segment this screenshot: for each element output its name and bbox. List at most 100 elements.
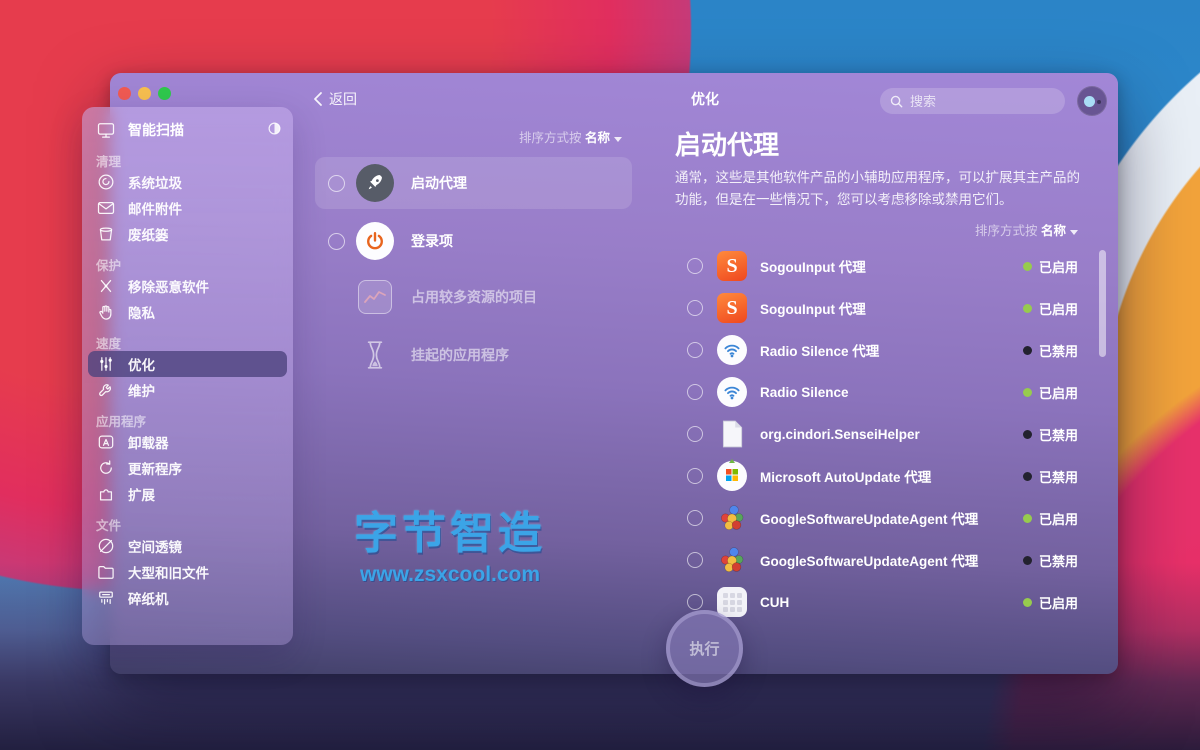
radio-button[interactable]	[687, 468, 703, 484]
agent-row[interactable]: CUH 已启用	[675, 581, 1078, 623]
radio-button[interactable]	[687, 510, 703, 526]
category-label: 占用较多资源的项目	[411, 289, 537, 305]
sidebar-item-wrench[interactable]: 维护	[82, 377, 293, 403]
status-label: 已启用	[1038, 511, 1078, 527]
close-window-button[interactable]	[118, 87, 131, 100]
agent-row[interactable]: S SogouInput 代理 已启用	[675, 287, 1078, 329]
sort-prefix: 排序方式按	[974, 224, 1038, 238]
sidebar-item-junk[interactable]: 系统垃圾	[82, 169, 293, 195]
radio-button[interactable]	[687, 300, 703, 316]
minimize-window-button[interactable]	[138, 87, 151, 100]
sidebar-item-label: 移除恶意软件	[128, 280, 209, 295]
sidebar-item-label: 更新程序	[128, 462, 182, 477]
agent-name: Radio Silence 代理	[760, 344, 880, 359]
status-dot-icon	[1022, 345, 1032, 355]
document-icon	[722, 420, 743, 448]
sidebar-group-header: 应用程序	[96, 414, 147, 429]
rocket-icon	[356, 164, 394, 202]
sidebar-item-label: 维护	[128, 384, 155, 399]
radio-button[interactable]	[687, 384, 703, 400]
sidebar-item-trashcan[interactable]: 废纸篓	[82, 221, 293, 247]
status-dot-icon	[1022, 555, 1032, 565]
sidebar-item-updater[interactable]: 更新程序	[82, 455, 293, 481]
wrench-icon	[96, 380, 116, 400]
google-update-icon	[721, 505, 744, 530]
sogou-icon: S	[717, 293, 747, 323]
run-button[interactable]: 执行	[666, 610, 743, 687]
sidebar-item-uninstaller[interactable]: 卸载器	[82, 429, 293, 455]
search-input[interactable]	[910, 93, 1050, 109]
agent-row[interactable]: Radio Silence 已启用	[675, 371, 1078, 413]
agent-name: org.cindori.SenseiHelper	[760, 426, 920, 442]
back-button[interactable]: 返回	[313, 89, 357, 109]
sidebar-item-malware[interactable]: 移除恶意软件	[82, 273, 293, 299]
status-dot-icon	[1022, 261, 1032, 271]
hourglass-icon	[356, 336, 394, 374]
sidebar-item-label: 优化	[128, 358, 155, 373]
chevron-left-icon	[314, 92, 322, 106]
agent-name: CUH	[760, 594, 790, 610]
puzzle-icon	[96, 484, 116, 504]
assistant-menu-button[interactable]	[1077, 86, 1107, 116]
status-badge: 已禁用	[1022, 467, 1078, 486]
status-dot-icon	[1022, 429, 1032, 439]
status-label: 已启用	[1038, 301, 1078, 317]
sidebar-item-folder[interactable]: 大型和旧文件	[82, 559, 293, 585]
radio-button[interactable]	[687, 426, 703, 442]
category-label: 登录项	[411, 233, 453, 249]
agent-row[interactable]: Microsoft AutoUpdate 代理 已禁用	[675, 455, 1078, 497]
middle-sort-control[interactable]: 排序方式按 名称	[315, 127, 622, 146]
detail-sort-control[interactable]: 排序方式按 名称	[675, 220, 1078, 239]
sidebar-item-lens[interactable]: 空间透镜	[82, 533, 293, 559]
radio-button[interactable]	[328, 174, 345, 192]
lens-icon	[96, 536, 116, 556]
radio-button[interactable]	[687, 258, 703, 274]
category-row[interactable]: 启动代理	[315, 157, 632, 209]
wifi-icon	[717, 335, 747, 365]
agent-name: GoogleSoftwareUpdateAgent 代理	[760, 512, 979, 527]
category-row[interactable]: 占用较多资源的项目	[315, 271, 632, 323]
status-dot-icon	[1022, 387, 1032, 397]
privacy-icon	[96, 302, 116, 322]
sidebar-item-label: 空间透镜	[128, 540, 182, 555]
sidebar-item-mail[interactable]: 邮件附件	[82, 195, 293, 221]
sidebar-item-smart-scan[interactable]: 智能扫描	[82, 117, 293, 143]
sidebar-item-puzzle[interactable]: 扩展	[82, 481, 293, 507]
sogou-icon: S	[717, 251, 747, 281]
status-badge: 已启用	[1022, 383, 1078, 402]
app-window: 返回 优化 智能扫描 清理 系统垃圾 邮件附件 废纸篓保护 移除恶意软件 隐私速…	[82, 73, 1118, 687]
radio-button[interactable]	[328, 232, 345, 250]
agent-row[interactable]: Radio Silence 代理 已禁用	[675, 329, 1078, 371]
status-label: 已启用	[1038, 385, 1078, 401]
radio-button[interactable]	[687, 594, 703, 610]
updater-icon	[96, 458, 116, 478]
agent-row[interactable]: GoogleSoftwareUpdateAgent 代理 已禁用	[675, 539, 1078, 581]
agent-name: SogouInput 代理	[760, 260, 866, 275]
status-badge: 已启用	[1022, 593, 1078, 612]
chart-icon	[356, 278, 394, 316]
radio-button[interactable]	[687, 552, 703, 568]
scrollbar-thumb[interactable]	[1099, 250, 1106, 357]
agent-row[interactable]: org.cindori.SenseiHelper 已禁用	[675, 413, 1078, 455]
category-row[interactable]: 挂起的应用程序	[315, 329, 632, 381]
agent-row[interactable]: S SogouInput 代理 已启用	[675, 245, 1078, 287]
zoom-window-button[interactable]	[158, 87, 171, 100]
agent-name: SogouInput 代理	[760, 302, 866, 317]
sidebar-item-shredder[interactable]: 碎纸机	[82, 585, 293, 611]
status-label: 已禁用	[1038, 553, 1078, 569]
smart-scan-icon	[96, 120, 116, 140]
sort-value: 名称	[584, 131, 610, 145]
sidebar-item-privacy[interactable]: 隐私	[82, 299, 293, 325]
radio-button[interactable]	[687, 342, 703, 358]
status-dot-icon	[1022, 471, 1032, 481]
folder-icon	[96, 562, 116, 582]
agent-row[interactable]: GoogleSoftwareUpdateAgent 代理 已启用	[675, 497, 1078, 539]
run-label: 执行	[689, 641, 720, 658]
search-field[interactable]	[880, 88, 1065, 114]
sidebar-item-sliders[interactable]: 优化	[88, 351, 287, 377]
category-label: 挂起的应用程序	[411, 347, 509, 363]
category-row[interactable]: 登录项	[315, 215, 632, 267]
status-dot-icon	[1022, 513, 1032, 523]
status-label: 已禁用	[1038, 427, 1078, 443]
assistant-dot	[1097, 100, 1101, 104]
